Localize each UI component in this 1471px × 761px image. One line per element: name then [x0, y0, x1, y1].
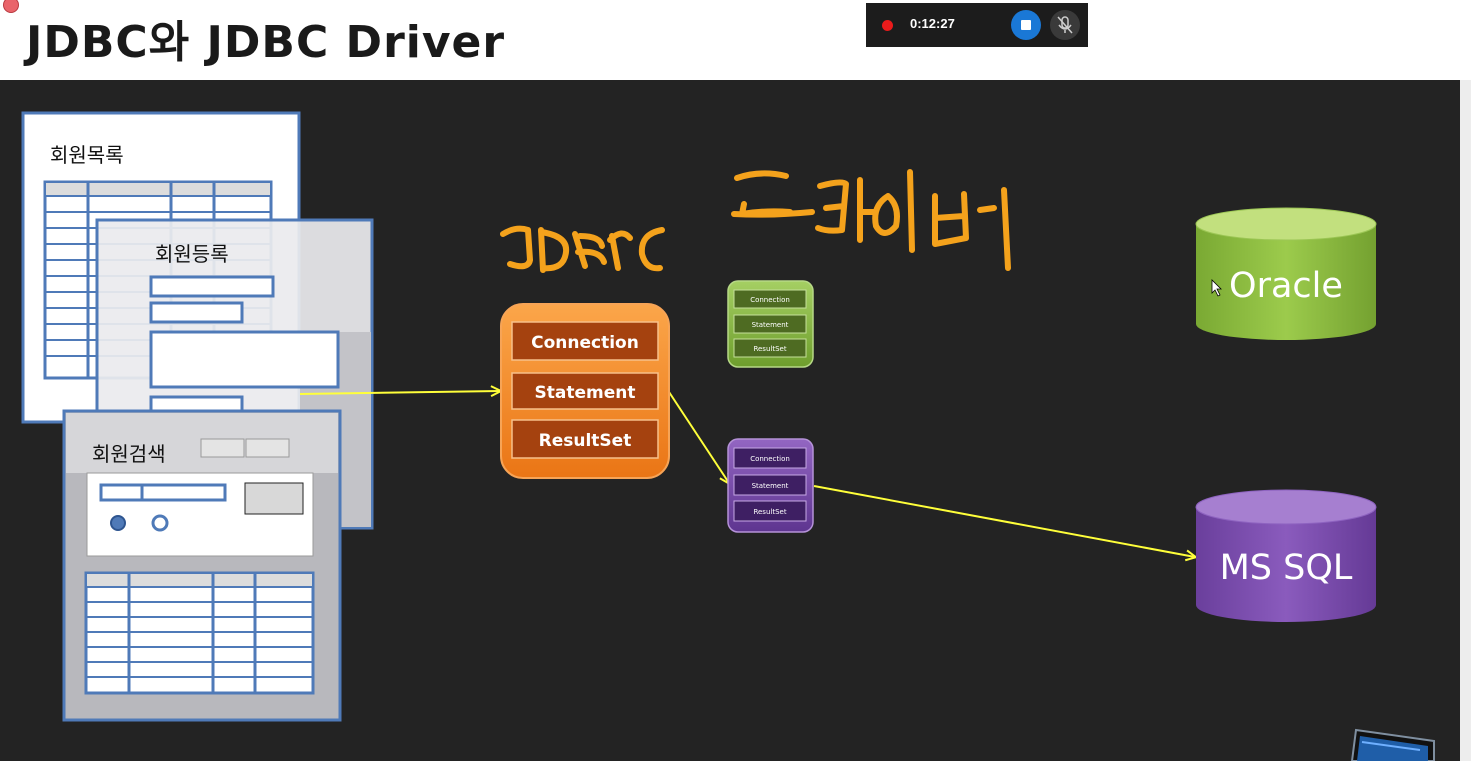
mssql-database-cylinder: MS SQL: [1195, 489, 1377, 622]
mssql-driver-resultset: ResultSet: [753, 508, 786, 516]
mic-muted-icon: [1057, 16, 1073, 34]
stop-recording-button[interactable]: [1011, 10, 1041, 40]
oracle-driver-box: Connection Statement ResultSet: [727, 280, 814, 368]
oracle-driver-resultset: ResultSet: [753, 345, 786, 353]
oracle-driver-connection: Connection: [750, 296, 790, 304]
jdbc-statement-label: Statement: [535, 383, 636, 403]
register-name-field[interactable]: [149, 275, 275, 298]
recording-indicator-icon: [882, 20, 893, 31]
register-memo-field[interactable]: [149, 330, 340, 389]
search-tab-1[interactable]: [200, 438, 245, 458]
member-search-title: 회원검색: [92, 442, 166, 466]
search-keyword-field[interactable]: [99, 483, 227, 502]
jdbc-diagram: 회원목록 회원등록 회원검색 Connection Statement Resu…: [21, 111, 1435, 761]
oracle-label: Oracle: [1229, 266, 1343, 306]
search-radio[interactable]: [151, 514, 169, 532]
mssql-label: MS SQL: [1220, 548, 1353, 588]
member-search-window: 회원검색: [62, 409, 342, 722]
arrow-jdbc-to-driver: [668, 391, 729, 483]
search-result-table: [84, 571, 315, 695]
mssql-driver-connection: Connection: [750, 455, 790, 463]
monitor-icon: [1350, 728, 1435, 761]
oracle-database-cylinder: Oracle: [1195, 207, 1377, 340]
arrow-driver-to-mssql: [813, 485, 1195, 557]
member-list-title: 회원목록: [50, 143, 124, 167]
register-id-field[interactable]: [149, 301, 244, 324]
slide-header: JDBC와 JDBC Driver: [0, 0, 1471, 80]
oracle-driver-statement: Statement: [752, 321, 789, 329]
handwritten-driver-annotation: [731, 169, 1011, 271]
mic-toggle-button[interactable]: [1050, 10, 1080, 40]
member-register-title: 회원등록: [155, 242, 229, 266]
search-radio-selected[interactable]: [110, 515, 126, 531]
window-close-dot-icon[interactable]: [3, 0, 19, 13]
search-button[interactable]: [244, 482, 304, 515]
recording-time: 0:12:27: [910, 16, 955, 31]
mssql-driver-box: Connection Statement ResultSet: [727, 438, 814, 533]
search-tab-2[interactable]: [245, 438, 290, 458]
slide-title: JDBC와 JDBC Driver: [26, 17, 506, 68]
handwritten-jdbc-annotation: [500, 225, 665, 273]
jdbc-interface-box: Connection Statement ResultSet: [500, 303, 670, 479]
mssql-driver-statement: Statement: [752, 482, 789, 490]
recording-toolbar: 0:12:27: [866, 3, 1088, 47]
jdbc-resultset-label: ResultSet: [539, 431, 632, 451]
jdbc-connection-label: Connection: [531, 333, 639, 353]
